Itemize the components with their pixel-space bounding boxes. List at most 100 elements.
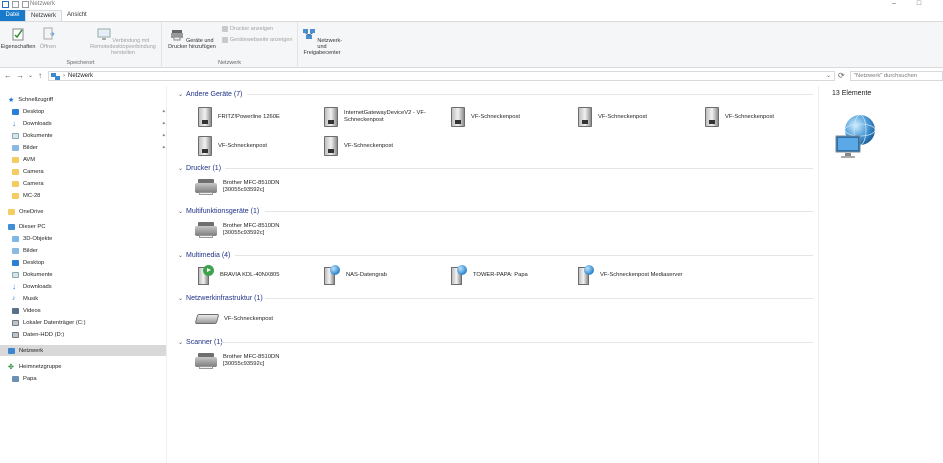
multifunction-item[interactable]: Brother MFC-8510DN [30055c93592c] (195, 219, 313, 241)
nav-drive-d[interactable]: Daten-HDD (D:) (12, 329, 166, 340)
forward-icon[interactable]: → (16, 71, 24, 81)
pin-icon[interactable]: ✦ (162, 121, 166, 127)
star-icon: ★ (8, 96, 15, 104)
maximize-icon[interactable]: □ (907, 0, 931, 9)
nav-pc-downloads[interactable]: ↓ Downloads (12, 281, 166, 292)
properties-button[interactable]: Eigenschaften (0, 27, 36, 50)
device-item[interactable]: FRITZ!Powerline 1260E (198, 106, 280, 128)
tab-network[interactable]: Netzwerk (25, 10, 63, 21)
user-icon (12, 375, 19, 382)
nav-pc-pictures[interactable]: Bilder (12, 245, 166, 256)
scanner-item[interactable]: Brother MFC-8510DN [30055c93592c] (195, 350, 313, 372)
network-sharing-icon (302, 29, 315, 39)
ribbon-group-network: Geräte und Drucker hinzufügen Drucker an… (162, 22, 298, 68)
group-header-multifunction[interactable]: ⌄ Multifunktionsgeräte (1) (178, 206, 259, 216)
chevron-down-icon[interactable]: ⌄ (178, 252, 183, 259)
nav-homegroup-papa[interactable]: Papa (12, 373, 166, 384)
homegroup-icon: ✤ (8, 363, 14, 371)
group-divider (265, 211, 813, 212)
nav-folder-avm[interactable]: AVM (12, 154, 166, 165)
nav-3d-objects[interactable]: 3D-Objekte (12, 233, 166, 244)
address-dropdown-icon[interactable]: ⌄ (826, 72, 831, 79)
group-divider (235, 255, 813, 256)
media-item[interactable]: NAS-Datengrab (324, 264, 387, 286)
pin-icon[interactable]: ✦ (162, 109, 166, 115)
tab-view[interactable]: Ansicht (62, 10, 92, 21)
navigation-pane: ★ Schnellzugriff Desktop ✦ ↓ Downloads ✦… (0, 86, 167, 463)
back-icon[interactable]: ← (4, 71, 12, 81)
folder-icon (12, 156, 19, 163)
up-icon[interactable]: ↑ (38, 71, 42, 81)
group-header-multimedia[interactable]: ⌄ Multimedia (4) (178, 250, 230, 260)
onedrive-folder-icon (8, 208, 15, 215)
nav-drive-c[interactable]: Lokaler Datenträger (C:) (12, 317, 166, 328)
address-bar[interactable]: › Netzwerk (48, 71, 835, 81)
network-globe-icon (835, 114, 876, 158)
device-item[interactable]: InternetGatewayDeviceV2 - VF-Schneckenpo… (324, 106, 434, 128)
nav-desktop[interactable]: Desktop ✦ (12, 106, 166, 117)
nav-pc-desktop[interactable]: Desktop (12, 257, 166, 268)
nav-pc-documents[interactable]: Dokumente (12, 269, 166, 280)
device-item[interactable]: VF-Schneckenpost (705, 106, 774, 128)
nav-music[interactable]: ♪ Musik (12, 293, 166, 304)
nav-folder-camera-2[interactable]: Camera (12, 178, 166, 189)
nav-homegroup[interactable]: ✤ Heimnetzgruppe (8, 361, 166, 372)
checkbox-quick-icon[interactable] (12, 1, 19, 8)
chevron-down-icon[interactable]: ⌄ (178, 295, 183, 302)
nav-onedrive[interactable]: OneDrive (8, 206, 166, 217)
device-item[interactable]: VF-Schneckenpost (578, 106, 647, 128)
recent-dropdown-icon[interactable]: ⌄ (28, 71, 33, 81)
search-input[interactable]: "Netzwerk" durchsuchen (850, 71, 943, 81)
nav-videos[interactable]: Videos (12, 305, 166, 316)
folder-quick-icon[interactable] (22, 1, 29, 8)
group-header-scanner[interactable]: ⌄ Scanner (1) (178, 337, 223, 347)
group-header-printers[interactable]: ⌄ Drucker (1) (178, 163, 221, 173)
breadcrumb-network[interactable]: Netzwerk (68, 73, 93, 79)
title-bar: Netzwerk – □ (0, 0, 943, 9)
pin-icon[interactable]: ✦ (162, 145, 166, 151)
documents-icon (12, 132, 19, 139)
ribbon: Eigenschaften Öffnen Verbindung mit Remo… (0, 21, 943, 68)
chevron-down-icon[interactable]: ⌄ (178, 165, 183, 172)
folder-icon (12, 192, 19, 199)
group-header-infrastructure[interactable]: ⌄ Netzwerkinfrastruktur (1) (178, 293, 263, 303)
pictures-icon (12, 144, 19, 151)
add-devices-button[interactable]: Geräte und Drucker hinzufügen (164, 27, 220, 50)
media-item[interactable]: VF-Schneckenpost Mediaserver (578, 264, 682, 286)
nav-folder-mc28[interactable]: MC-28 (12, 190, 166, 201)
infrastructure-item[interactable]: VF-Schneckenpost (194, 308, 273, 330)
group-header-other-devices[interactable]: ⌄ Andere Geräte (7) (178, 89, 242, 99)
chevron-down-icon[interactable]: ⌄ (178, 339, 183, 346)
chevron-down-icon[interactable]: ⌄ (178, 208, 183, 215)
media-item[interactable]: TOWER-PAPA: Papa (451, 264, 528, 286)
device-item[interactable]: VF-Schneckenpost (198, 135, 267, 157)
remote-desktop-icon (97, 28, 111, 40)
group-divider (265, 298, 813, 299)
device-webpage-button[interactable]: Gerätewebseite anzeigen (222, 37, 292, 43)
show-printers-button[interactable]: Drucker anzeigen (222, 26, 273, 32)
music-note-icon: ♪ (12, 295, 16, 302)
network-sharing-center-button[interactable]: Netzwerk- und Freigabecenter (300, 27, 344, 56)
nav-pictures[interactable]: Bilder ✦ (12, 142, 166, 153)
chevron-down-icon[interactable]: ⌄ (178, 91, 183, 98)
tab-file[interactable]: Datei (0, 10, 25, 21)
pin-icon[interactable]: ✦ (162, 133, 166, 139)
nav-downloads[interactable]: ↓ Downloads ✦ (12, 118, 166, 129)
device-item[interactable]: VF-Schneckenpost (451, 106, 520, 128)
properties-quick-icon[interactable] (2, 1, 9, 8)
refresh-icon[interactable]: ⟳ (838, 71, 845, 80)
nav-this-pc[interactable]: Dieser PC (8, 221, 166, 232)
minimize-icon[interactable]: – (882, 0, 906, 9)
nav-documents[interactable]: Dokumente ✦ (12, 130, 166, 141)
media-item[interactable]: BRAVIA KDL-40NX805 (198, 264, 280, 286)
nav-folder-camera[interactable]: Camera (12, 166, 166, 177)
nav-quick-access[interactable]: ★ Schnellzugriff (8, 94, 166, 105)
remote-desktop-button[interactable]: Verbindung mit Remotedesktopverbindung h… (86, 27, 160, 56)
group-divider (247, 94, 813, 95)
open-button[interactable]: Öffnen (37, 27, 59, 50)
device-item[interactable]: VF-Schneckenpost (324, 135, 393, 157)
videos-icon (12, 307, 19, 314)
printer-item[interactable]: Brother MFC-8510DN [30055c93592c] (195, 176, 313, 198)
device-tower-icon (324, 107, 338, 127)
nav-network[interactable]: Netzwerk (0, 345, 166, 356)
